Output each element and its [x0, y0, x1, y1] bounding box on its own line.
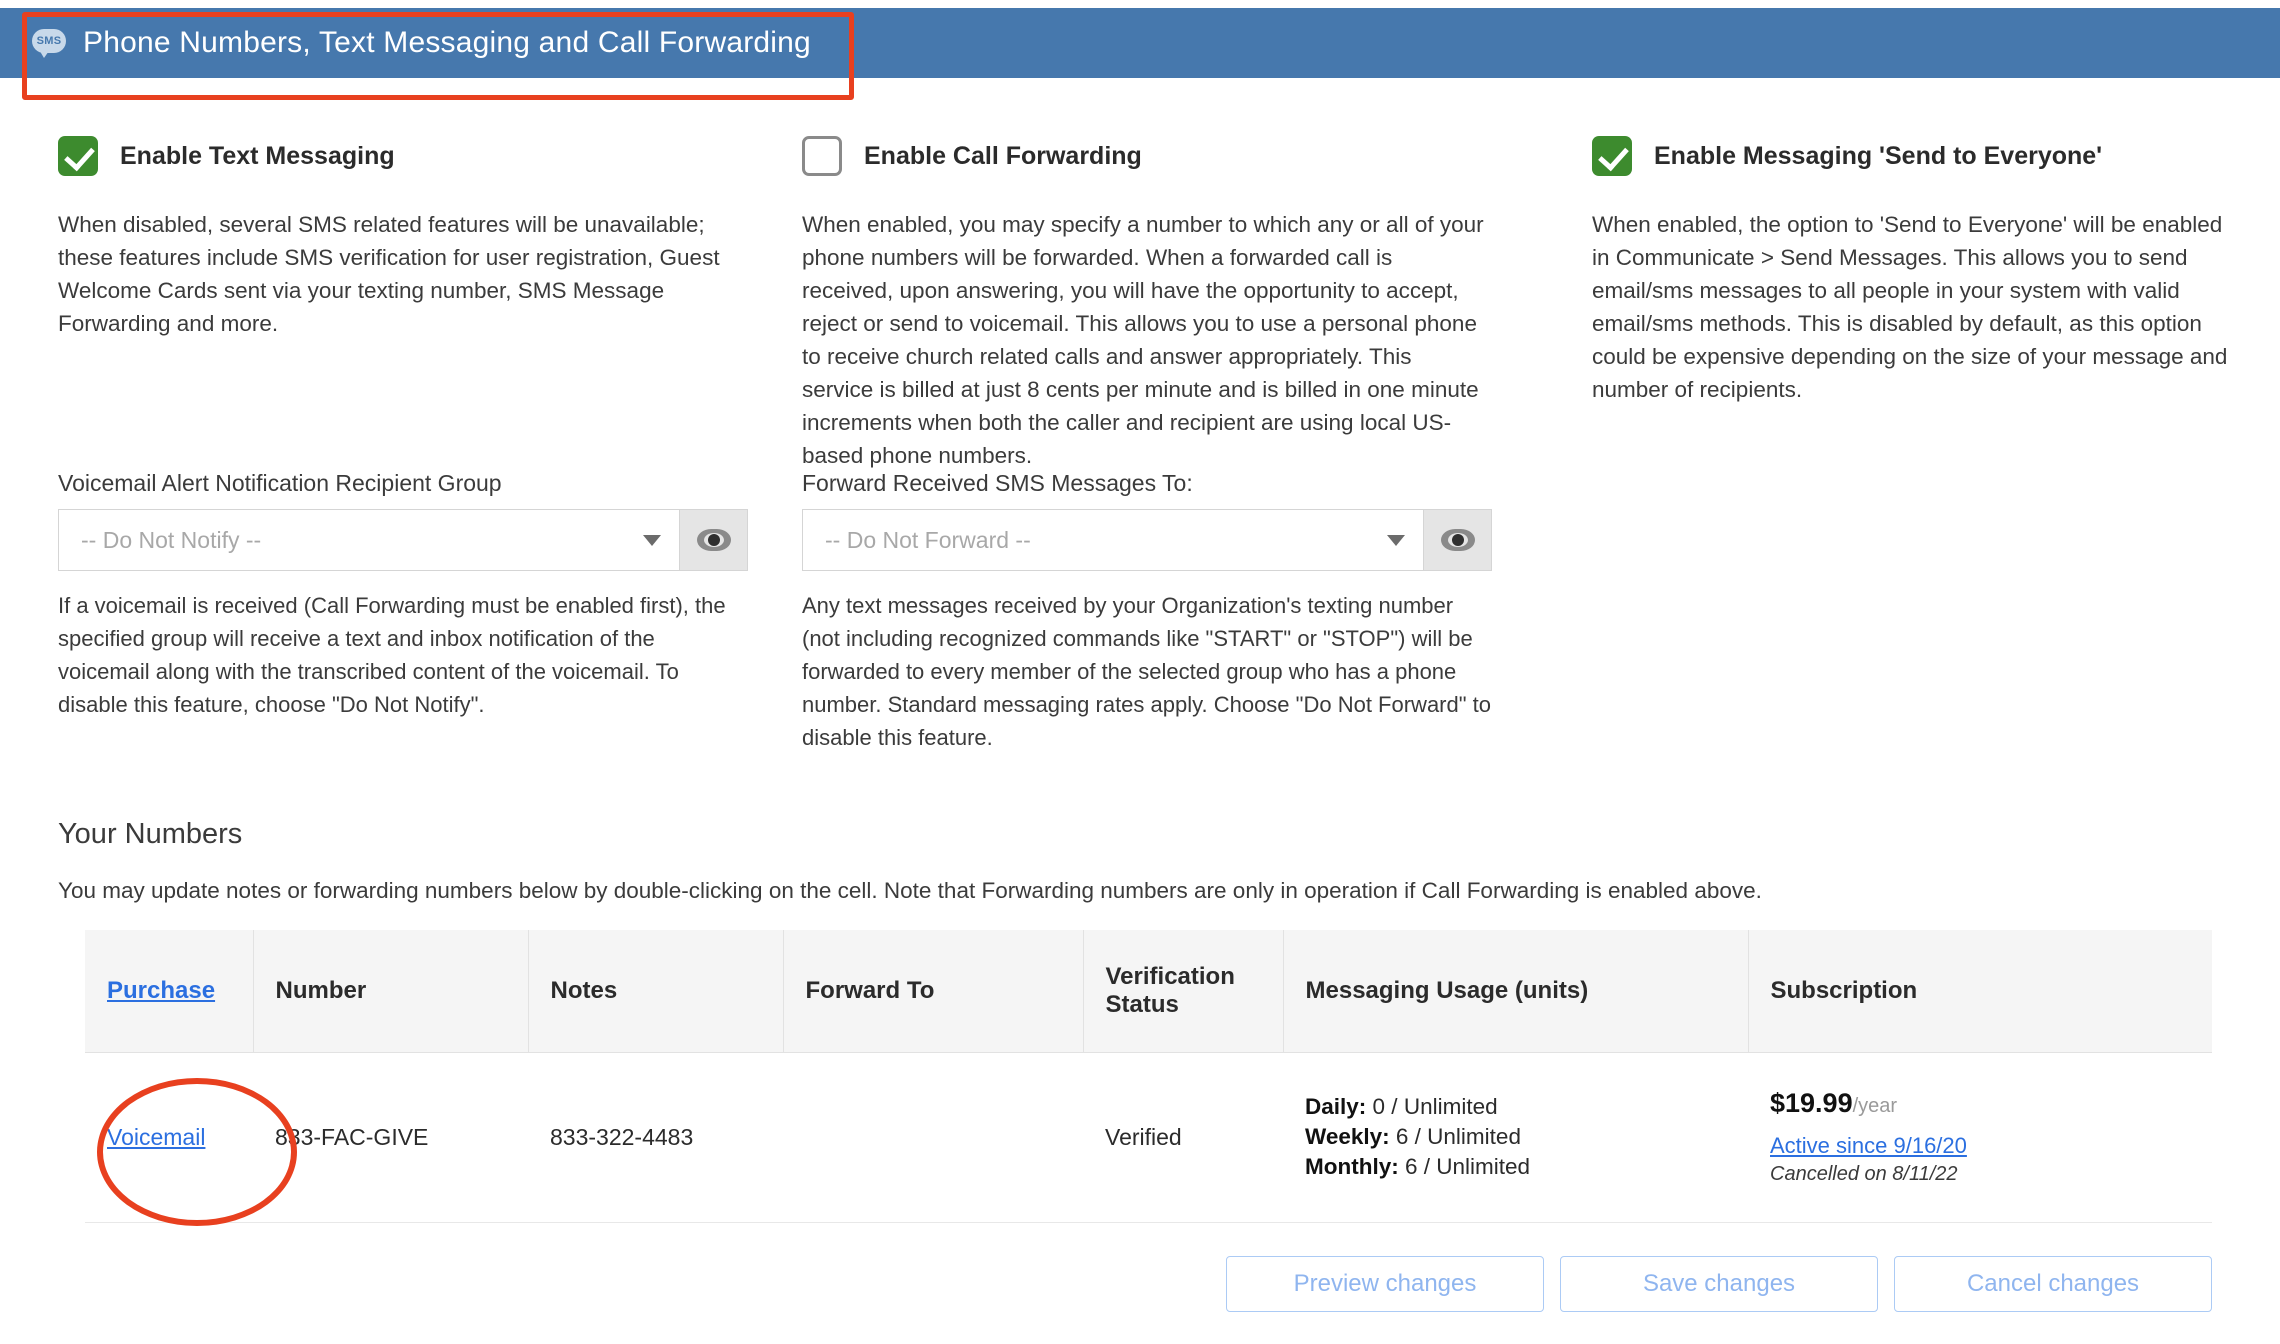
option-send-to-everyone: Enable Messaging 'Send to Everyone' When…	[1520, 130, 2280, 472]
cell-subscription: $19.99/year Active since 9/16/20 Cancell…	[1748, 1052, 2212, 1223]
option-text-messaging: Enable Text Messaging When disabled, sev…	[0, 130, 760, 472]
page-title: Phone Numbers, Text Messaging and Call F…	[83, 26, 811, 59]
subscription-period: /year	[1852, 1095, 1898, 1117]
subscription-price-row: $19.99/year	[1770, 1088, 2190, 1119]
select-value: -- Do Not Notify --	[81, 526, 262, 553]
footer-actions: Preview changes Save changes Cancel chan…	[1226, 1256, 2212, 1312]
column-header-verification-status: Verification Status	[1083, 930, 1284, 1053]
field-helper-text: If a voicemail is received (Call Forward…	[58, 593, 726, 717]
eye-icon	[1440, 529, 1475, 551]
column-header-subscription: Subscription	[1748, 930, 2212, 1053]
voicemail-link[interactable]: Voicemail	[107, 1124, 205, 1150]
subscription-status-link[interactable]: Active since 9/16/20	[1770, 1133, 2190, 1159]
preview-recipients-button[interactable]	[680, 509, 748, 571]
usage-daily-label: Daily:	[1305, 1094, 1367, 1119]
checkbox-row-call-forwarding[interactable]: Enable Call Forwarding	[802, 130, 1484, 182]
save-changes-button[interactable]: Save changes	[1560, 1256, 1878, 1312]
usage-daily: Daily: 0 / Unlimited	[1305, 1092, 1726, 1122]
eye-icon	[696, 529, 731, 551]
your-numbers-title: Your Numbers	[58, 818, 243, 850]
cell-verification-status: Verified	[1083, 1052, 1283, 1223]
column-header-purchase: Purchase	[85, 930, 254, 1053]
usage-monthly-value: 6 / Unlimited	[1405, 1154, 1531, 1179]
field-label: Forward Received SMS Messages To:	[802, 470, 1193, 496]
preview-forward-recipients-button[interactable]	[1424, 509, 1492, 571]
option-description: When enabled, the option to 'Send to Eve…	[1592, 212, 2228, 402]
cell-purchase: Voicemail	[85, 1052, 253, 1223]
purchase-link[interactable]: Purchase	[107, 977, 215, 1004]
field-helper-text: Any text messages received by your Organ…	[802, 593, 1492, 750]
voicemail-recipient-group-select[interactable]: -- Do Not Notify --	[58, 509, 680, 571]
numbers-table: Purchase Number Notes Forward To Verific…	[85, 930, 2212, 1223]
column-header-notes: Notes	[528, 930, 784, 1053]
checkbox-row-text-messaging[interactable]: Enable Text Messaging	[58, 130, 724, 182]
column-header-number: Number	[253, 930, 529, 1053]
option-description: When disabled, several SMS related featu…	[58, 212, 720, 336]
forward-sms-to-select[interactable]: -- Do Not Forward --	[802, 509, 1424, 571]
chevron-down-icon[interactable]	[1387, 534, 1405, 546]
page-header: SMS Phone Numbers, Text Messaging and Ca…	[0, 8, 2280, 78]
chevron-down-icon[interactable]	[643, 534, 661, 546]
usage-monthly-label: Monthly:	[1305, 1154, 1399, 1179]
usage-monthly: Monthly: 6 / Unlimited	[1305, 1152, 1726, 1182]
usage-daily-value: 0 / Unlimited	[1372, 1094, 1498, 1119]
select-value: -- Do Not Forward --	[825, 526, 1031, 553]
option-call-forwarding: Enable Call Forwarding When enabled, you…	[760, 130, 1520, 472]
column-header-forward-to: Forward To	[783, 930, 1084, 1053]
cancel-changes-button[interactable]: Cancel changes	[1894, 1256, 2212, 1312]
voicemail-recipient-group-field: Voicemail Alert Notification Recipient G…	[0, 470, 760, 754]
cell-number[interactable]: 833-FAC-GIVE	[253, 1052, 528, 1223]
your-numbers-subtitle: You may update notes or forwarding numbe…	[58, 878, 1762, 903]
subscription-price: $19.99	[1770, 1088, 1853, 1118]
option-label: Enable Text Messaging	[120, 141, 395, 170]
usage-weekly: Weekly: 6 / Unlimited	[1305, 1122, 1726, 1152]
selects-row: Voicemail Alert Notification Recipient G…	[0, 470, 2280, 754]
option-label: Enable Messaging 'Send to Everyone'	[1654, 141, 2103, 170]
usage-weekly-label: Weekly:	[1305, 1124, 1390, 1149]
option-label: Enable Call Forwarding	[864, 141, 1142, 170]
preview-changes-button[interactable]: Preview changes	[1226, 1256, 1544, 1312]
checkbox-row-send-to-everyone[interactable]: Enable Messaging 'Send to Everyone'	[1592, 130, 2244, 182]
cell-messaging-usage: Daily: 0 / Unlimited Weekly: 6 / Unlimit…	[1283, 1052, 1748, 1223]
option-description: When enabled, you may specify a number t…	[802, 212, 1484, 468]
table-header-row: Purchase Number Notes Forward To Verific…	[85, 930, 2212, 1053]
checkbox-checked-icon[interactable]	[1592, 136, 1632, 176]
checkbox-unchecked-icon[interactable]	[802, 136, 842, 176]
cell-notes[interactable]: 833-322-4483	[528, 1052, 783, 1223]
forward-sms-to-field: Forward Received SMS Messages To: -- Do …	[760, 470, 1520, 754]
field-label: Voicemail Alert Notification Recipient G…	[58, 470, 502, 496]
subscription-cancelled-note: Cancelled on 8/11/22	[1770, 1163, 1958, 1185]
page-root: SMS Phone Numbers, Text Messaging and Ca…	[0, 0, 2280, 1344]
options-row: Enable Text Messaging When disabled, sev…	[0, 130, 2280, 472]
column-header-messaging-usage: Messaging Usage (units)	[1283, 930, 1749, 1053]
usage-weekly-value: 6 / Unlimited	[1395, 1124, 1521, 1149]
sms-icon-label: SMS	[36, 35, 62, 47]
sms-bubble-icon: SMS	[32, 29, 66, 58]
checkbox-checked-icon[interactable]	[58, 136, 98, 176]
table-row: Voicemail 833-FAC-GIVE 833-322-4483 Veri…	[85, 1052, 2212, 1223]
cell-forward-to[interactable]	[783, 1052, 1083, 1223]
